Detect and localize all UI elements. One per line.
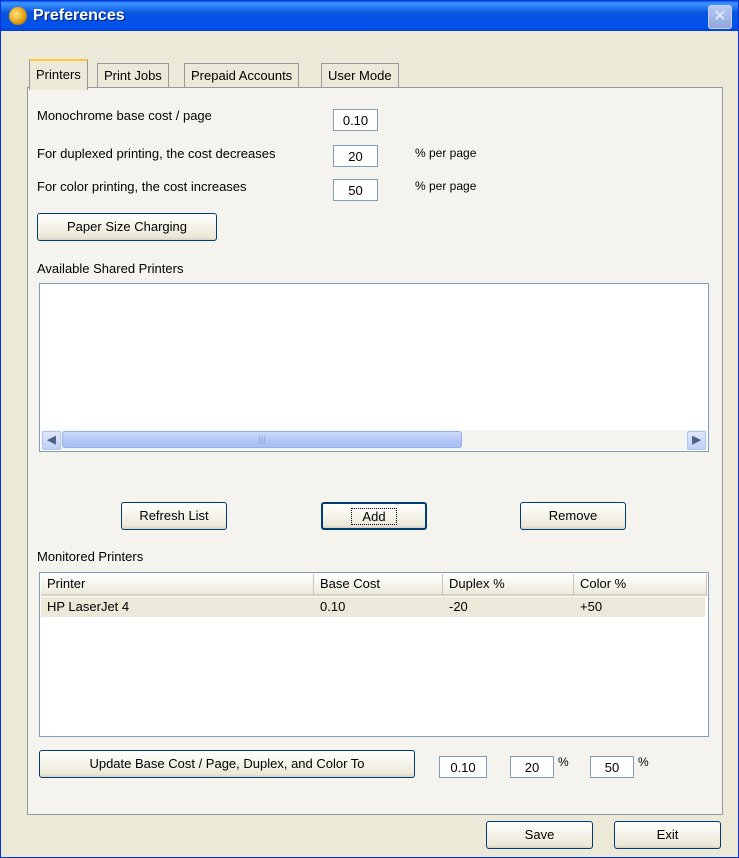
printer-name-cell: HP LaserJet 4 [47, 599, 130, 614]
add-button[interactable]: Add [321, 502, 427, 530]
color-percent-sign: % [638, 755, 649, 769]
exit-button[interactable]: Exit [614, 821, 721, 849]
scroll-left-icon[interactable]: ◀ [42, 431, 61, 450]
tab-prepaid-accounts[interactable]: Prepaid Accounts [184, 63, 300, 88]
duplex-percent-input[interactable] [333, 145, 378, 167]
available-printers-hscrollbar[interactable]: ◀ ||| ▶ [41, 430, 707, 450]
remove-button[interactable]: Remove [520, 502, 626, 530]
preferences-window: Preferences ✕ Printers Print Jobs Prepai… [0, 0, 739, 858]
mono-cost-input[interactable] [333, 109, 378, 131]
color-percent-input[interactable] [333, 179, 378, 201]
color-cell: +50 [580, 599, 603, 614]
tab-print-jobs[interactable]: Print Jobs [97, 63, 169, 88]
duplex-percent-sign: % [558, 755, 569, 769]
refresh-list-button[interactable]: Refresh List [121, 502, 227, 530]
add-button-label: Add [351, 508, 397, 525]
mono-cost-label: Monochrome base cost / page [37, 108, 212, 123]
duplex-cost-label: For duplexed printing, the cost decrease… [37, 146, 276, 161]
scroll-right-icon[interactable]: ▶ [687, 431, 706, 450]
printers-tab-panel: Monochrome base cost / page For duplexed… [27, 87, 723, 815]
update-color-input[interactable] [590, 756, 634, 778]
paper-size-charging-button[interactable]: Paper Size Charging [37, 213, 217, 241]
monitored-printers-label: Monitored Printers [37, 549, 144, 564]
available-printers-label: Available Shared Printers [37, 261, 184, 276]
save-button[interactable]: Save [486, 821, 593, 849]
column-header-color[interactable]: Color % [574, 574, 707, 596]
column-header-base-cost[interactable]: Base Cost [314, 574, 443, 596]
close-button[interactable]: ✕ [708, 5, 732, 29]
color-unit-label: % per page [415, 179, 477, 193]
duplex-unit-label: % per page [415, 146, 477, 160]
update-base-cost-input[interactable] [439, 756, 487, 778]
title-bar[interactable]: Preferences ✕ [1, 1, 738, 31]
window-title: Preferences [33, 7, 125, 24]
column-header-duplex[interactable]: Duplex % [443, 574, 574, 596]
tab-printers[interactable]: Printers [29, 59, 88, 90]
monitored-printers-table[interactable]: Printer Base Cost Duplex % Color % HP La… [39, 572, 709, 737]
base-cost-cell: 0.10 [320, 599, 346, 614]
available-printers-list[interactable]: ◀ ||| ▶ [39, 283, 709, 452]
table-row[interactable]: HP LaserJet 4 0.10 -20 +50 [41, 597, 705, 617]
column-header-printer[interactable]: Printer [41, 574, 314, 596]
scroll-thumb[interactable]: ||| [62, 431, 462, 448]
update-costs-button[interactable]: Update Base Cost / Page, Duplex, and Col… [39, 750, 415, 778]
update-duplex-input[interactable] [510, 756, 554, 778]
duplex-cell: -20 [449, 599, 468, 614]
tab-user-mode[interactable]: User Mode [321, 63, 399, 88]
color-cost-label: For color printing, the cost increases [37, 179, 247, 194]
app-icon [9, 7, 27, 25]
